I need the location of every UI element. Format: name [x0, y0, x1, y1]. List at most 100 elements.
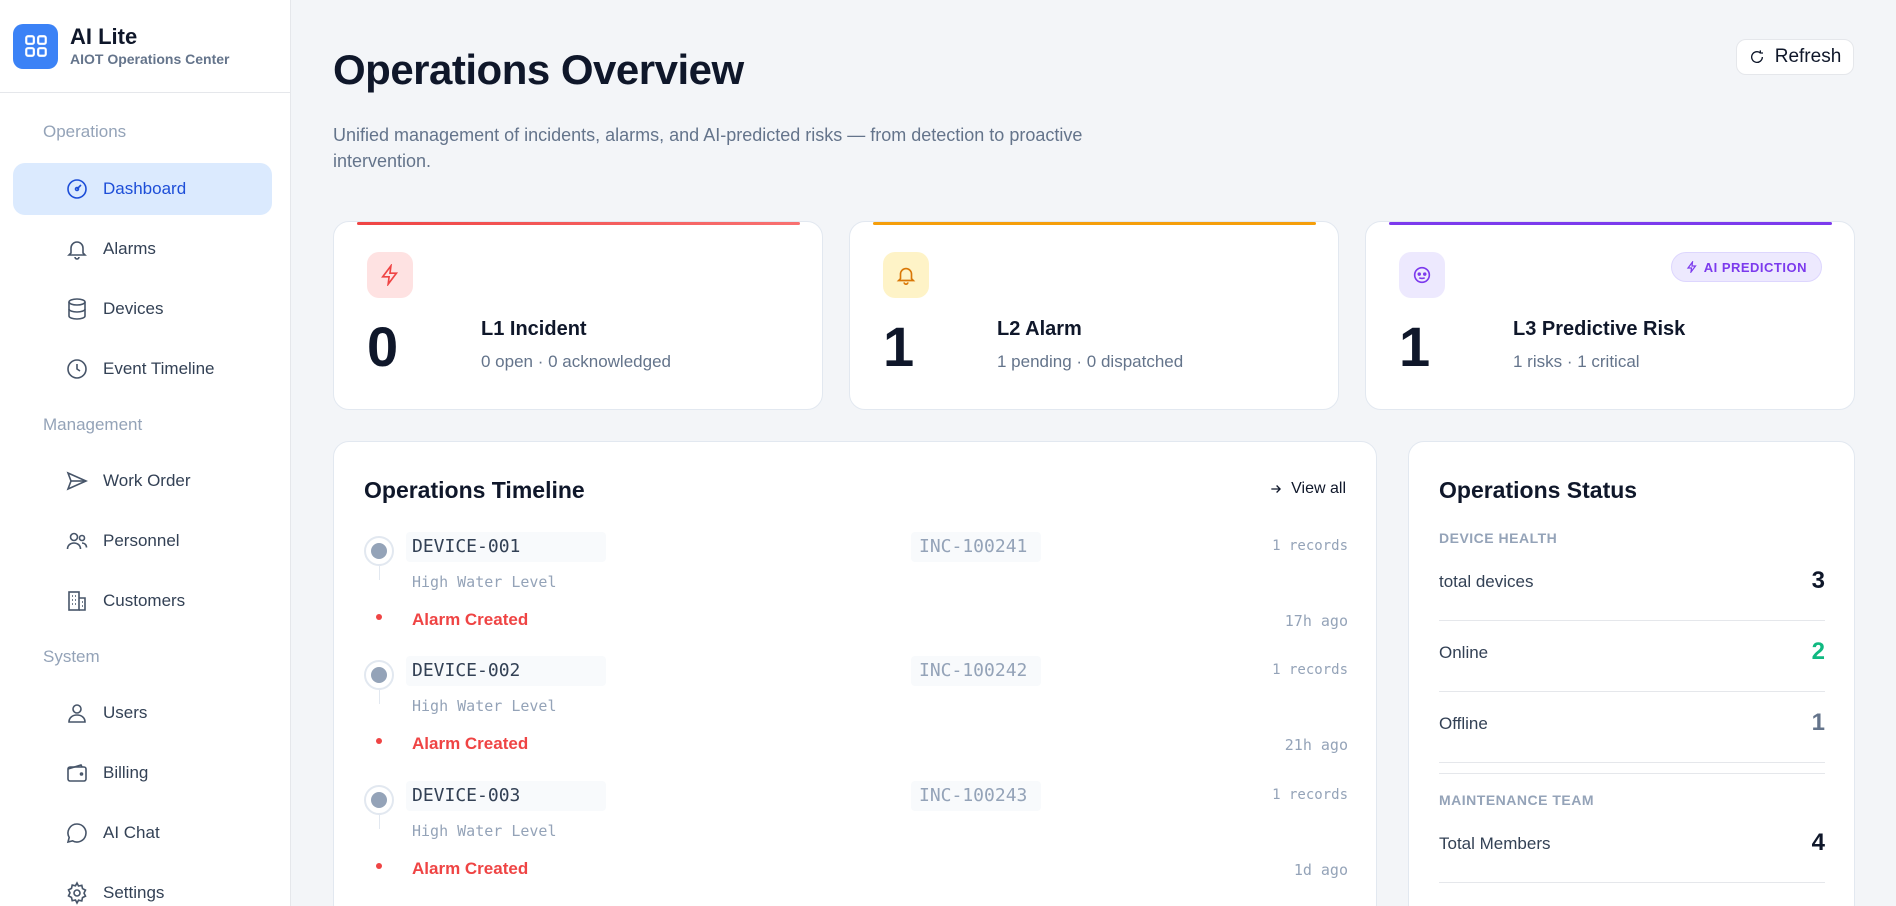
arrow-right-icon: [1271, 485, 1282, 493]
status-row-total-devices: total devices 3: [1439, 550, 1825, 621]
chat-icon: [66, 823, 87, 844]
stat-title: L2 Alarm: [997, 318, 1082, 340]
operations-status-card: Operations Status DEVICE HEALTH total de…: [1408, 441, 1855, 906]
badge-label: AI PREDICTION: [1703, 259, 1807, 275]
stat-card-l3-predictive-risk[interactable]: AI PREDICTION 1 L3 Predictive Risk 1 ris…: [1365, 221, 1855, 410]
sidebar-item-dashboard[interactable]: Dashboard: [13, 163, 272, 215]
status-value: 1: [1811, 709, 1825, 736]
section-divider: [1439, 773, 1825, 774]
timeline-entry[interactable]: DEVICE-003 INC-100243 1 records High Wat…: [364, 781, 1348, 905]
sidebar-item-label: AI Chat: [103, 823, 160, 842]
user-icon: [68, 704, 86, 723]
accent-bar: [357, 222, 800, 225]
timeline-title: Operations Timeline: [364, 477, 585, 503]
brand-title: AI Lite: [70, 24, 138, 49]
sidebar-item-devices[interactable]: Devices: [13, 283, 272, 335]
timeline-entry[interactable]: DEVICE-001 INC-100241 1 records High Wat…: [364, 532, 1348, 656]
stat-title: L1 Incident: [481, 318, 587, 340]
status-row-offline: Offline 1: [1439, 692, 1825, 763]
operations-timeline-card: Operations Timeline View all DEVICE-001 …: [333, 441, 1377, 906]
sidebar-item-personnel[interactable]: Personnel: [13, 515, 272, 567]
gear-icon: [67, 881, 87, 905]
sidebar-item-users[interactable]: Users: [13, 687, 272, 739]
ai-icon: [1399, 252, 1445, 298]
stat-card-l1-incident[interactable]: 0 L1 Incident 0 open · 0 acknowledged: [333, 221, 823, 410]
status-label: total devices: [1439, 572, 1534, 591]
refresh-icon: [1750, 50, 1763, 63]
event-time: 21h ago: [1284, 736, 1348, 754]
event-time: 17h ago: [1284, 612, 1348, 630]
brand-header: AI Lite AIOT Operations Center: [0, 0, 290, 93]
sidebar-item-label: Customers: [103, 591, 186, 610]
timeline-connector: [379, 566, 380, 580]
event-label: Alarm Created: [412, 610, 529, 629]
stat-value: 0: [367, 315, 399, 378]
stat-value: 1: [1399, 315, 1431, 378]
event-dot: [376, 738, 382, 744]
status-row-total-members: Total Members 4: [1439, 812, 1825, 883]
stat-subtitle: 0 open · 0 acknowledged: [481, 352, 671, 371]
refresh-label: Refresh: [1774, 46, 1842, 67]
timeline-connector: [379, 690, 380, 704]
event-dot: [376, 863, 382, 869]
sidebar-item-work-order[interactable]: Work Order: [13, 455, 272, 507]
device-id: DEVICE-001: [406, 532, 606, 562]
refresh-button[interactable]: Refresh: [1736, 39, 1854, 75]
timeline-node: [364, 536, 394, 566]
nav-section-system: System: [43, 647, 100, 666]
wallet-icon: [67, 764, 87, 782]
stat-card-l2-alarm[interactable]: 1 L2 Alarm 1 pending · 0 dispatched: [849, 221, 1339, 410]
page-description: Unified management of incidents, alarms,…: [333, 125, 1083, 171]
status-value: 2: [1811, 638, 1825, 665]
records-count: 1 records: [1272, 538, 1348, 554]
event-label: Alarm Created: [412, 734, 529, 753]
device-id: DEVICE-003: [406, 781, 606, 811]
page-title: Operations Overview: [333, 46, 744, 93]
status-label: Offline: [1439, 714, 1488, 733]
view-all-link[interactable]: View all: [1269, 480, 1346, 498]
bell-icon: [883, 252, 929, 298]
dashboard-gauge-icon: [67, 179, 87, 199]
sidebar-item-label: Users: [103, 703, 148, 722]
records-count: 1 records: [1272, 662, 1348, 678]
accent-bar: [873, 222, 1316, 225]
sidebar-item-alarms[interactable]: Alarms: [13, 223, 272, 275]
event-label: Alarm Created: [412, 859, 529, 878]
nav-section-operations: Operations: [43, 122, 127, 141]
sidebar-item-label: Billing: [103, 763, 149, 782]
sidebar-item-label: Event Timeline: [103, 359, 215, 378]
view-all-label: View all: [1291, 480, 1346, 497]
entry-description: High Water Level: [412, 573, 557, 591]
stat-subtitle: 1 pending · 0 dispatched: [997, 352, 1184, 371]
timeline-node: [364, 660, 394, 690]
sidebar-item-event-timeline[interactable]: Event Timeline: [13, 343, 272, 395]
event-dot: [376, 614, 382, 620]
entry-description: High Water Level: [412, 697, 557, 715]
sidebar-item-ai-chat[interactable]: AI Chat: [13, 807, 272, 859]
sidebar-item-billing[interactable]: Billing: [13, 747, 272, 799]
entry-description: High Water Level: [412, 822, 557, 840]
database-icon: [68, 298, 86, 320]
status-title: Operations Status: [1439, 477, 1638, 503]
status-row-online: Online 2: [1439, 621, 1825, 692]
status-label: Online: [1439, 643, 1489, 662]
send-icon: [66, 471, 88, 491]
brand-subtitle: AIOT Operations Center: [70, 51, 230, 67]
ai-prediction-badge: AI PREDICTION: [1670, 252, 1822, 282]
timeline-entry[interactable]: DEVICE-002 INC-100242 1 records High Wat…: [364, 656, 1348, 780]
incident-id: INC-100243: [911, 781, 1041, 811]
sidebar-item-settings[interactable]: Settings: [13, 867, 272, 906]
sidebar-item-label: Alarms: [103, 239, 156, 258]
status-value: 4: [1811, 829, 1825, 856]
sidebar-item-label: Devices: [103, 299, 164, 318]
timeline-node: [364, 785, 394, 815]
grid-icon[interactable]: [13, 23, 58, 69]
records-count: 1 records: [1272, 787, 1348, 803]
sidebar-item-customers[interactable]: Customers: [13, 575, 272, 627]
device-id: DEVICE-002: [406, 656, 606, 686]
sidebar-item-label: Settings: [103, 883, 165, 902]
stat-subtitle: 1 risks · 1 critical: [1513, 352, 1640, 371]
stat-title: L3 Predictive Risk: [1513, 318, 1686, 340]
sidebar-item-label: Dashboard: [103, 179, 187, 198]
bell-icon: [67, 241, 87, 260]
